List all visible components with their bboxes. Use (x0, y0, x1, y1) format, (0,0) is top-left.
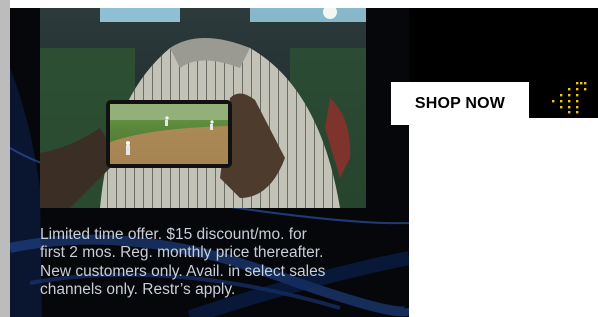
decorative-dots-icon (552, 82, 587, 114)
disclaimer-line: channels only. Restr’s apply. (40, 280, 236, 298)
disclaimer-line: Limited time offer. $15 discount/mo. for (40, 226, 307, 243)
sports-photo (40, 8, 366, 208)
disclaimer-line: New customers only. Avail. in select sal… (40, 262, 326, 280)
disclaimer-line: first 2 mos. Reg. monthly price thereaft… (40, 244, 324, 262)
left-border-strip (0, 0, 10, 317)
shop-now-button[interactable]: SHOP NOW (391, 82, 529, 125)
hero-photo (40, 8, 366, 208)
ad-banner[interactable]: SHOP NOW Limited time offer. $15 discoun… (0, 0, 598, 317)
offer-disclaimer: Limited time offer. $15 discount/mo. for… (40, 226, 385, 299)
